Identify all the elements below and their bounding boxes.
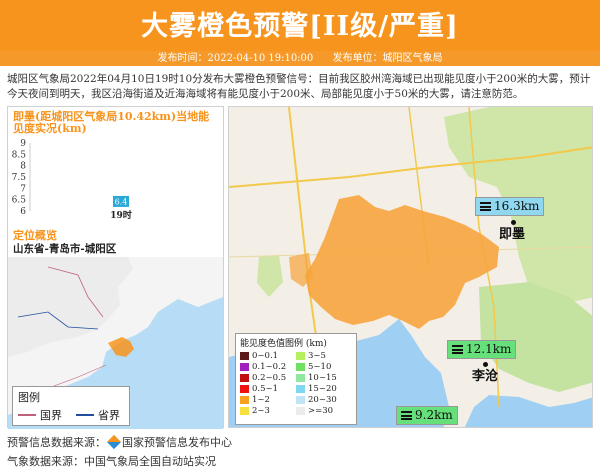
- legend-swatch: [240, 385, 249, 393]
- y-tick-group: 98.5 87.57 6.56: [12, 139, 27, 217]
- legend-swatch: [296, 363, 305, 371]
- y-tick-label: 8: [20, 162, 26, 172]
- visibility-chart: 98.5 87.57 6.56 6.4 19时: [12, 139, 132, 219]
- visibility-legend-item: 5~10: [296, 362, 352, 372]
- legend-label: 0~0.1: [252, 351, 279, 361]
- legend-label: 20~30: [308, 395, 337, 405]
- legend-swatch: [296, 352, 305, 360]
- weather-source-line: 气象数据来源：中国气象局全国自动站实况: [7, 455, 216, 468]
- legend-swatch: [240, 363, 249, 371]
- visibility-legend-item: 3~5: [296, 351, 352, 361]
- chart-title: 即墨(距城阳区气象局10.42km)当地能见度实况(km): [13, 110, 210, 135]
- legend-label: 10~15: [308, 373, 337, 383]
- visibility-legend-item: >=30: [296, 406, 352, 416]
- y-tick-label: 6: [20, 207, 26, 217]
- station-value: 9.2km: [415, 408, 453, 422]
- legend-swatch: [296, 374, 305, 382]
- y-tick-label: 8.5: [12, 150, 27, 160]
- legend-label: 3~5: [308, 351, 326, 361]
- y-tick-label: 9: [20, 139, 26, 149]
- overview-map-legend: 图例 国界 省界: [12, 386, 130, 426]
- x-tick-group: 19时: [110, 209, 132, 219]
- region-name: 山东省-青岛市-城阳区: [13, 243, 117, 255]
- bar-value-label: 6.4: [115, 197, 128, 206]
- main-map[interactable]: 16.3km 即墨 12.1km 李沧 9.2km 能见度色值图例 (km) 0…: [228, 106, 593, 428]
- legend-label: 0.1~0.2: [252, 362, 287, 372]
- legend-swatch: [296, 385, 305, 393]
- visibility-legend-item: 0.5~1: [240, 384, 296, 394]
- place-jimo: 即墨: [499, 227, 526, 242]
- publish-info-bar: 发布时间：2022-04-10 19:10:00 发布单位：城阳区气象局: [0, 51, 600, 66]
- visibility-legend-grid: 0~0.1 3~5 0.1~0.2 5~10 0.2~0.5 10~15 0.5~1 15~2…: [240, 351, 352, 416]
- warning-source-name[interactable]: 国家预警信息发布中心: [122, 434, 232, 450]
- left-panel: 即墨(距城阳区气象局10.42km)当地能见度实况(km) 9 8.5 8 7.5 7 6…: [7, 106, 224, 429]
- visibility-legend-item: 0.1~0.2: [240, 362, 296, 372]
- legend-row-national-border: 国界 省界: [18, 407, 124, 423]
- legend-swatch: [240, 374, 249, 382]
- legend-swatch: [296, 407, 305, 415]
- visibility-legend-item: 0.2~0.5: [240, 373, 296, 383]
- warning-header: 大雾橙色预警[II级/严重] 发布时间：2022-04-10 19:10:00 …: [0, 0, 600, 66]
- station-licang-visibility[interactable]: 12.1km: [447, 340, 517, 359]
- warning-description: 城阳区气象局2022年04月10日19时10分发布大雾橙色预警信号：目前我区胶州…: [7, 73, 591, 100]
- station-third-visibility[interactable]: 9.2km: [396, 406, 458, 425]
- y-tick-label: 7.5: [12, 173, 27, 183]
- legend-label: 15~20: [308, 384, 337, 394]
- legend-label: 5~10: [308, 362, 332, 372]
- menu-icon: [401, 411, 412, 420]
- release-center-logo-icon: [106, 434, 122, 450]
- legend-label: 2~3: [252, 406, 270, 416]
- visibility-legend-item: 10~15: [296, 373, 352, 383]
- place-licang: 李沧: [472, 369, 499, 384]
- visibility-legend-item: 0~0.1: [240, 351, 296, 361]
- menu-icon: [480, 202, 491, 211]
- visibility-legend-title: 能见度色值图例 (km): [240, 339, 327, 349]
- legend-title: 图例: [18, 391, 40, 404]
- menu-icon: [452, 345, 463, 354]
- legend-swatch: [296, 396, 305, 404]
- legend-label: 国界: [40, 409, 62, 422]
- warning-source-line: 预警信息数据来源： 国家预警信息发布中心: [7, 434, 232, 450]
- visibility-legend-item: 1~2: [240, 395, 296, 405]
- provincial-border-swatch: [76, 414, 94, 416]
- warning-source-label: 预警信息数据来源：: [7, 436, 106, 449]
- x-tick-label: 19时: [110, 209, 132, 219]
- bar-group: 6.4: [113, 195, 129, 207]
- visibility-legend-item: 15~20: [296, 384, 352, 394]
- legend-swatch: [240, 352, 249, 360]
- y-tick-label: 7: [20, 184, 26, 194]
- station-value: 16.3km: [494, 199, 540, 213]
- legend-label: 省界: [98, 409, 120, 422]
- legend-swatch: [240, 407, 249, 415]
- station-value: 12.1km: [466, 342, 512, 356]
- publish-time: 发布时间：2022-04-10 19:10:00: [157, 53, 314, 64]
- station-jimo-visibility[interactable]: 16.3km: [475, 197, 545, 216]
- legend-swatch: [240, 396, 249, 404]
- national-border-swatch: [18, 414, 36, 416]
- y-tick-label: 6.5: [12, 196, 27, 206]
- visibility-color-legend: 能见度色值图例 (km) 0~0.1 3~5 0.1~0.2 5~10 0.2~0.5 1…: [235, 333, 357, 425]
- legend-label: 1~2: [252, 395, 270, 405]
- legend-label: 0.5~1: [252, 384, 279, 394]
- legend-label: 0.2~0.5: [252, 373, 287, 383]
- visibility-legend-item: 2~3: [240, 406, 296, 416]
- legend-label: >=30: [308, 406, 334, 416]
- visibility-legend-item: 20~30: [296, 395, 352, 405]
- warning-title: 大雾橙色预警[II级/严重]: [141, 11, 459, 42]
- publisher: 发布单位：城阳区气象局: [332, 53, 443, 64]
